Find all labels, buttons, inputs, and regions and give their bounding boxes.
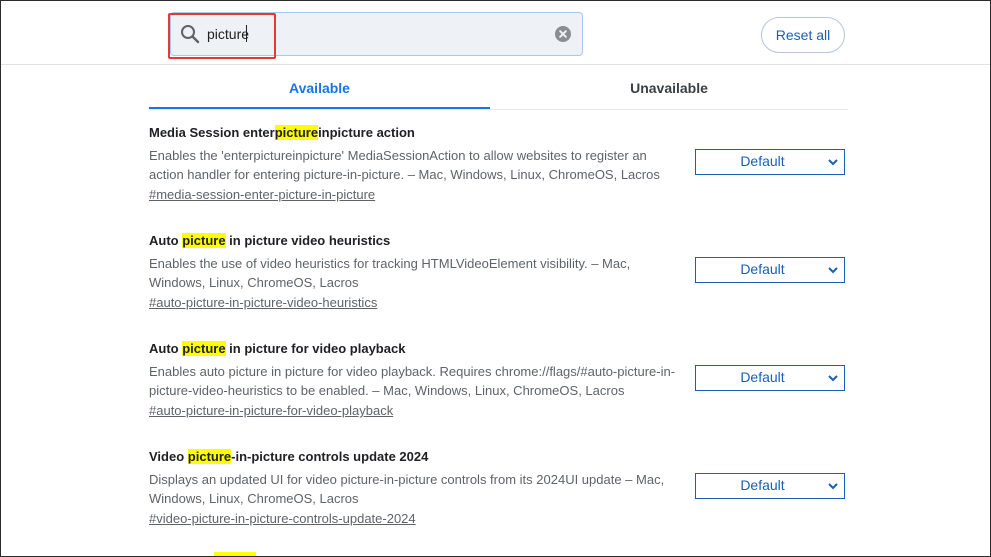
search-match-highlight: picture (182, 341, 226, 356)
flag-description: Enables the 'enterpictureinpicture' Medi… (149, 148, 660, 182)
flag-title-suffix: in picture video heuristics (225, 233, 391, 248)
flag-title: Video picture-in-picture controls update… (149, 448, 428, 465)
flag-state-select[interactable]: Default (695, 365, 845, 391)
reset-all-button[interactable]: Reset all (761, 17, 845, 53)
flag-title-prefix: Auto (149, 341, 183, 356)
flag-state-select[interactable]: Default (695, 149, 845, 175)
search-input[interactable] (207, 23, 537, 45)
flag-title: Auto picture in picture video heuristics (149, 232, 390, 249)
search-match-highlight: picture (187, 449, 232, 464)
flag-title-prefix: Video (149, 449, 188, 464)
chevron-down-icon (828, 159, 838, 166)
flag-state-value: Default (740, 153, 785, 169)
flag-description: Enables auto picture in picture for vide… (149, 364, 676, 398)
flag-permalink[interactable]: #video-picture-in-picture-controls-updat… (149, 511, 416, 526)
flag-title-suffix: in picture for video playback (225, 341, 406, 356)
text-caret (246, 25, 247, 42)
flag-title: Media Session enterpictureinpicture acti… (149, 124, 415, 141)
flag-state-value: Default (740, 261, 785, 277)
flag-title-suffix: -in-picture controls update 2024 (231, 449, 429, 464)
search-match-highlight: picture (274, 125, 319, 140)
flag-permalink[interactable]: #auto-picture-in-picture-for-video-playb… (149, 403, 393, 418)
tab-divider (149, 109, 848, 110)
flag-permalink[interactable]: #media-session-enter-picture-in-picture (149, 187, 375, 202)
flag-title-suffix: inpicture action (318, 125, 415, 140)
flag-state-value: Default (740, 477, 785, 493)
chevron-down-icon (828, 483, 838, 490)
clear-search-icon[interactable] (555, 26, 571, 42)
flag-title-prefix: Auto (149, 233, 183, 248)
search-match-highlight: picture (182, 233, 226, 248)
flag-state-select[interactable]: Default (695, 473, 845, 499)
flag-title-prefix: Media Session enter (149, 125, 275, 140)
tab-available[interactable]: Available (149, 67, 490, 109)
header-bar: Reset all (1, 1, 990, 65)
flag-state-select[interactable]: Default (695, 257, 845, 283)
tab-unavailable[interactable]: Unavailable (490, 67, 848, 109)
flags-page: Reset all Available Unavailable Media Se… (0, 0, 991, 557)
flag-state-value: Default (740, 369, 785, 385)
flag-permalink[interactable]: #auto-picture-in-picture-video-heuristic… (149, 295, 377, 310)
flag-description: Enables the use of video heuristics for … (149, 256, 631, 290)
chevron-down-icon (828, 267, 838, 274)
flag-description: Displays an updated UI for video picture… (149, 472, 665, 506)
chevron-down-icon (828, 375, 838, 382)
flag-title: Auto picture in picture for video playba… (149, 340, 405, 357)
search-icon (181, 25, 200, 44)
next-entry-highlight-cutoff (214, 552, 256, 556)
